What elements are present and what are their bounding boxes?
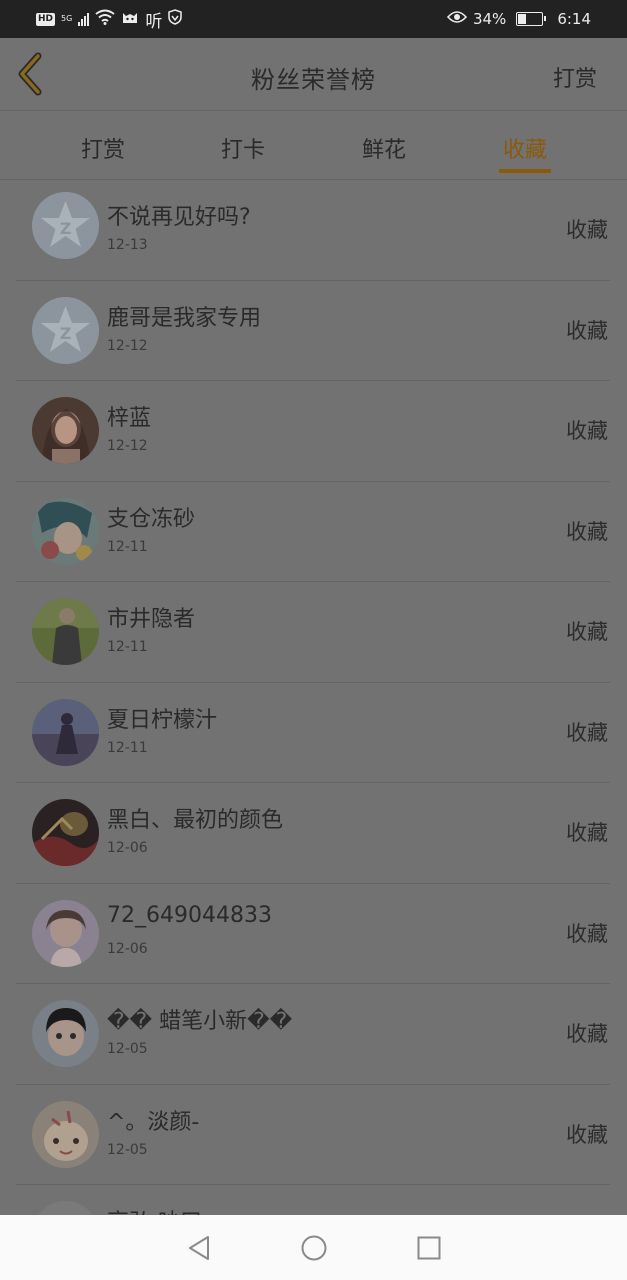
fan-name: 黑白、最初的颜色 bbox=[107, 808, 284, 833]
list-item[interactable]: 黑白、最初的颜色 12-06 收藏 bbox=[16, 783, 610, 884]
list-item[interactable]: 72_649044833 12-06 收藏 bbox=[16, 884, 610, 984]
user-photo-icon bbox=[32, 899, 99, 967]
fan-date: 12-11 bbox=[107, 538, 148, 555]
svg-text:Z: Z bbox=[60, 219, 72, 238]
collect-label: 收藏 bbox=[566, 720, 608, 745]
user-photo-icon bbox=[32, 397, 99, 464]
collect-label: 收藏 bbox=[566, 620, 608, 644]
home-circle-icon[interactable] bbox=[301, 1235, 327, 1261]
fan-name: 支仓冻砂 bbox=[107, 506, 196, 532]
hd-badge: HD bbox=[36, 12, 56, 26]
tab-collect[interactable]: 收藏 bbox=[495, 132, 555, 164]
collect-label: 收藏 bbox=[566, 519, 608, 544]
fan-name: 夏日柠檬汁 bbox=[107, 707, 218, 733]
tab-flowers[interactable]: 鲜花 bbox=[354, 132, 414, 164]
battery-percent: 34% bbox=[472, 10, 507, 28]
fan-date: 12-05 bbox=[107, 1041, 148, 1057]
anime-avatar-icon bbox=[32, 497, 99, 565]
avatar bbox=[32, 698, 99, 766]
reward-button[interactable]: 打赏 bbox=[553, 61, 597, 93]
list-item[interactable]: 梓蓝 12-12 收藏 bbox=[16, 381, 610, 482]
tab-checkin[interactable]: 打卡 bbox=[213, 132, 273, 164]
list-item[interactable]: �� 蜡笔小新�� 12-05 收藏 bbox=[16, 984, 610, 1085]
fan-list: Z 不说再见好吗? 12-13 收藏 Z 鹿哥是我家专用 12-12 收藏 梓蓝… bbox=[16, 180, 610, 1280]
list-item[interactable]: Z 鹿哥是我家专用 12-12 收藏 bbox=[16, 281, 610, 381]
avatar: Z bbox=[32, 296, 99, 364]
list-item[interactable]: 市井隐者 12-11 收藏 bbox=[16, 582, 610, 683]
avatar bbox=[32, 1100, 99, 1168]
wifi-icon bbox=[95, 9, 115, 29]
avatar bbox=[32, 1000, 99, 1067]
screen: HD 5G 听 34% 6:14 粉丝荣誉榜 打赏 打赏 打卡 鲜花 收藏 Z … bbox=[0, 0, 627, 1280]
avatar bbox=[32, 598, 99, 665]
fan-name: 72_649044833 bbox=[107, 902, 272, 928]
user-photo-icon bbox=[32, 698, 99, 766]
fan-date: 12-11 bbox=[107, 639, 148, 655]
list-item[interactable]: 夏日柠檬汁 12-11 收藏 bbox=[16, 683, 610, 783]
status-right: 34% 6:14 bbox=[446, 10, 591, 28]
battery-icon bbox=[516, 12, 547, 26]
fan-name: 市井隐者 bbox=[107, 607, 196, 632]
app-header: 粉丝荣誉榜 打赏 bbox=[0, 38, 627, 111]
fan-name: ^。淡颜- bbox=[107, 1109, 200, 1135]
fan-name: 梓蓝 bbox=[107, 406, 152, 431]
fan-date: 12-06 bbox=[107, 940, 148, 957]
avatar bbox=[32, 899, 99, 967]
avatar: Z bbox=[32, 192, 99, 259]
signal-icon bbox=[78, 12, 90, 26]
avatar bbox=[32, 497, 99, 565]
fan-name: 鹿哥是我家专用 bbox=[107, 305, 262, 331]
back-triangle-icon[interactable] bbox=[187, 1235, 211, 1261]
list-item[interactable]: 支仓冻砂 12-11 收藏 bbox=[16, 482, 610, 582]
collect-label: 收藏 bbox=[566, 419, 608, 443]
active-tab-indicator bbox=[499, 169, 551, 173]
fan-date: 12-12 bbox=[107, 438, 148, 454]
avatar bbox=[32, 799, 99, 866]
collect-label: 收藏 bbox=[566, 218, 608, 242]
svg-text:Z: Z bbox=[60, 324, 72, 343]
listen-icon: 听 bbox=[145, 11, 163, 32]
collect-label: 收藏 bbox=[566, 821, 608, 845]
collect-label: 收藏 bbox=[566, 921, 608, 946]
fan-date: 12-05 bbox=[107, 1141, 148, 1158]
recents-square-icon[interactable] bbox=[417, 1236, 441, 1260]
collect-label: 收藏 bbox=[566, 1122, 608, 1147]
cartoon-avatar-icon bbox=[32, 1100, 99, 1168]
fan-date: 12-06 bbox=[107, 840, 148, 856]
default-star-avatar-icon: Z bbox=[32, 192, 99, 259]
user-photo-icon bbox=[32, 799, 99, 866]
collect-label: 收藏 bbox=[566, 318, 608, 343]
default-star-avatar-icon: Z bbox=[32, 296, 99, 364]
eye-icon bbox=[446, 10, 468, 28]
list-item[interactable]: ^。淡颜- 12-05 收藏 bbox=[16, 1085, 610, 1185]
list-item[interactable]: Z 不说再见好吗? 12-13 收藏 bbox=[16, 180, 610, 281]
fan-date: 12-13 bbox=[107, 237, 148, 253]
fan-name: 不说再见好吗? bbox=[107, 205, 251, 230]
fan-date: 12-11 bbox=[107, 739, 148, 756]
user-photo-icon bbox=[32, 598, 99, 665]
network-type: 5G bbox=[61, 14, 73, 23]
fan-date: 12-12 bbox=[107, 337, 148, 354]
status-bar: HD 5G 听 34% 6:14 bbox=[0, 0, 627, 38]
status-left: HD 5G 听 bbox=[36, 7, 183, 32]
fan-name: �� 蜡笔小新�� bbox=[107, 1009, 293, 1034]
tab-reward[interactable]: 打赏 bbox=[73, 132, 133, 164]
user-photo-icon bbox=[32, 1000, 99, 1067]
avatar bbox=[32, 397, 99, 464]
cat-icon bbox=[121, 9, 139, 29]
collect-label: 收藏 bbox=[566, 1022, 608, 1046]
page-title: 粉丝荣誉榜 bbox=[251, 66, 376, 94]
tab-bar: 打赏 打卡 鲜花 收藏 bbox=[0, 112, 627, 180]
clock: 6:14 bbox=[557, 10, 591, 28]
system-nav-bar bbox=[0, 1215, 627, 1280]
shield-icon bbox=[168, 9, 183, 29]
